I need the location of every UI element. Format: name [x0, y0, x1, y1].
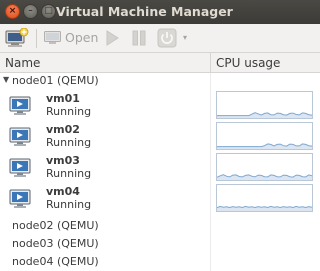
vm-running-icon: [9, 96, 31, 115]
app-window: × – □ Virtual Machine Manager Open ▾ Nam…: [0, 0, 320, 271]
list-header: Name CPU usage: [0, 53, 320, 73]
column-header-name[interactable]: Name: [5, 56, 40, 70]
window-title: Virtual Machine Manager: [56, 4, 233, 19]
vm-row[interactable]: vm03 Running: [0, 153, 320, 184]
connection-row[interactable]: node03 (QEMU): [0, 236, 320, 252]
pause-button[interactable]: [130, 29, 148, 47]
play-icon: [106, 30, 119, 46]
expander-open-icon[interactable]: ▼: [3, 75, 9, 84]
connection-row[interactable]: node02 (QEMU): [0, 218, 320, 234]
cpu-usage-graph: [216, 184, 313, 212]
computer-add-icon: [5, 27, 29, 47]
vm-status: Running: [46, 167, 92, 180]
maximize-icon: □: [44, 6, 53, 16]
pause-icon: [132, 30, 146, 46]
vm-name: vm02: [46, 123, 80, 136]
vm-running-icon: [9, 127, 31, 146]
connection-label: node04 (QEMU): [12, 255, 99, 268]
minimize-window-button[interactable]: –: [23, 4, 38, 19]
maximize-window-button[interactable]: □: [41, 4, 56, 19]
vm-list: ▼ node01 (QEMU) vm01 Running vm02 Runnin…: [0, 73, 320, 271]
title-bar[interactable]: × – □ Virtual Machine Manager: [0, 0, 320, 24]
power-icon: [157, 28, 177, 48]
vm-running-icon: [9, 158, 31, 177]
shutdown-dropdown[interactable]: ▾: [183, 31, 195, 45]
vm-name: vm03: [46, 154, 80, 167]
connection-label: node01 (QEMU): [12, 74, 99, 87]
vm-status: Running: [46, 105, 92, 118]
vm-name: vm04: [46, 185, 80, 198]
vm-status: Running: [46, 136, 92, 149]
open-label: Open: [65, 30, 99, 45]
toolbar-separator: [36, 29, 37, 48]
column-header-cpu-usage[interactable]: CPU usage: [216, 56, 280, 70]
vm-row[interactable]: vm04 Running: [0, 184, 320, 215]
close-window-button[interactable]: ×: [5, 4, 20, 19]
toolbar: Open ▾: [0, 24, 320, 53]
vm-status: Running: [46, 198, 92, 211]
connection-label: node03 (QEMU): [12, 237, 99, 250]
cpu-usage-graph: [216, 91, 313, 119]
connection-row[interactable]: ▼ node01 (QEMU): [0, 73, 320, 89]
vm-running-icon: [9, 189, 31, 208]
shutdown-button[interactable]: [157, 28, 177, 48]
cpu-usage-graph: [216, 122, 313, 150]
vm-name: vm01: [46, 92, 80, 105]
connection-label: node02 (QEMU): [12, 219, 99, 232]
run-button[interactable]: [103, 29, 121, 47]
column-divider[interactable]: [210, 53, 211, 73]
cpu-usage-graph: [216, 153, 313, 181]
vm-row[interactable]: vm01 Running: [0, 91, 320, 122]
monitor-icon: [44, 31, 61, 44]
vm-row[interactable]: vm02 Running: [0, 122, 320, 153]
minimize-icon: –: [28, 6, 33, 16]
close-icon: ×: [8, 6, 17, 16]
connection-row[interactable]: node04 (QEMU): [0, 254, 320, 270]
new-vm-button[interactable]: [5, 27, 29, 49]
chevron-down-icon: ▾: [183, 33, 188, 42]
cpu-usage-line: [217, 143, 312, 148]
